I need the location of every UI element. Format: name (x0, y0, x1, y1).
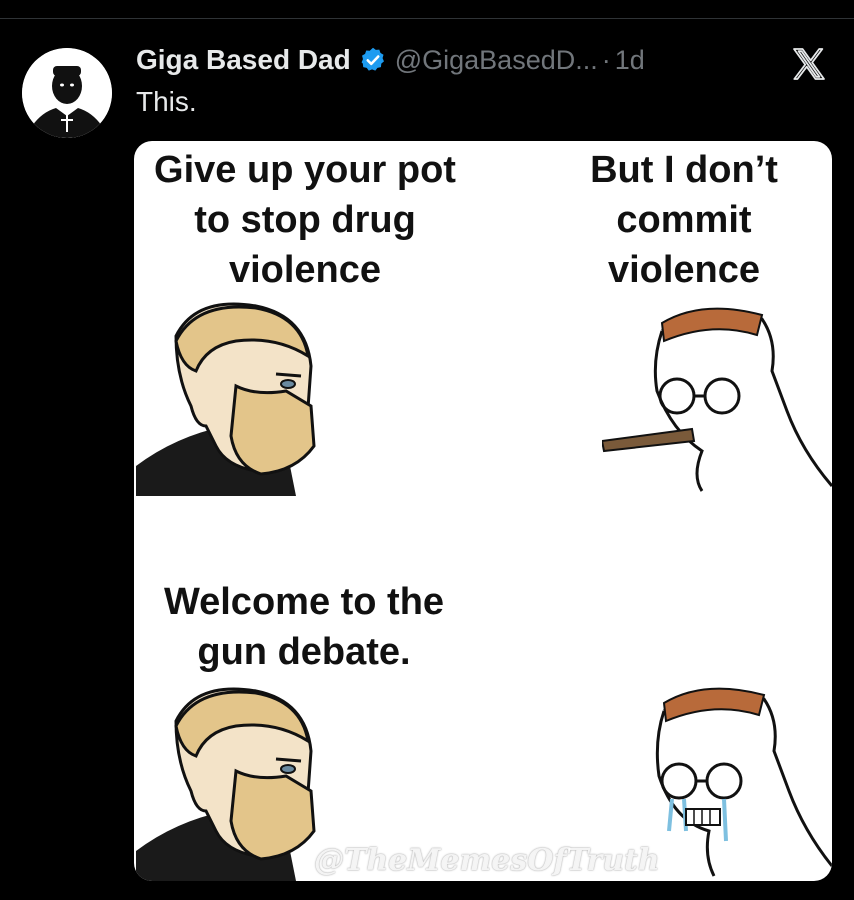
handle[interactable]: @GigaBasedD... (395, 45, 598, 76)
verified-badge-icon (361, 47, 384, 71)
chad-figure-top (136, 302, 316, 496)
meme-panel2-text: But I don’t commit violence (590, 149, 778, 291)
timestamp[interactable]: 1d (615, 45, 645, 76)
avatar[interactable] (22, 48, 112, 138)
post-header: Giga Based Dad @GigaBasedD... · 1d (136, 40, 645, 80)
separator-dot: · (601, 44, 611, 75)
soyjak-smoking-figure (602, 307, 832, 492)
watermark: @TheMemesOfTruth (314, 843, 660, 878)
avatar-bearded-man-icon (22, 48, 112, 138)
meme-panel1-text: Give up your pot to stop drug violence (154, 149, 456, 291)
x-logo-icon[interactable] (790, 46, 828, 82)
meme-image[interactable]: Give up your pot to stop drug violence B… (134, 141, 832, 881)
meme-panel3-text: Welcome to the gun debate. (163, 581, 445, 673)
chad-figure-bottom (136, 687, 316, 881)
display-name[interactable]: Giga Based Dad (136, 44, 351, 76)
tweet-text: This. (136, 86, 197, 117)
top-divider (0, 18, 854, 19)
